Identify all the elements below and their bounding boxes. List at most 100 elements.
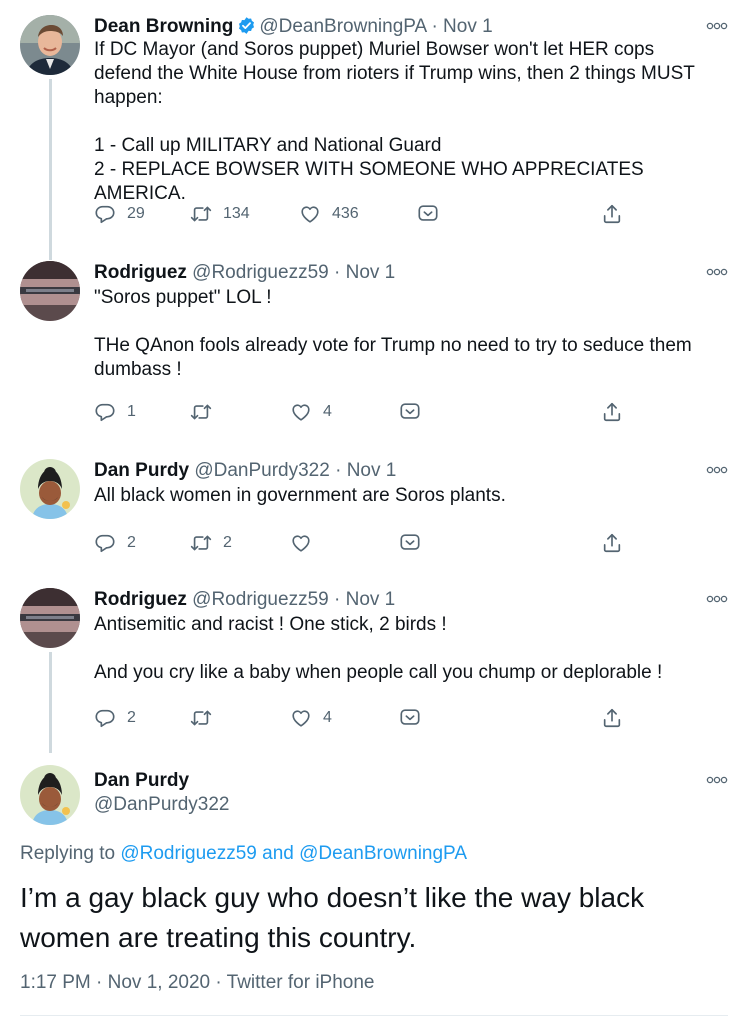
- retweet-icon: [190, 401, 212, 423]
- bookmark-icon: [399, 401, 421, 423]
- share-button[interactable]: [601, 531, 623, 555]
- tweet-timestamp[interactable]: 1:17 PM · Nov 1, 2020 · Twitter for iPho…: [20, 972, 375, 994]
- replying-to: Replying to @Rodriguezz59 and @DeanBrown…: [20, 843, 467, 865]
- bookmark-button[interactable]: [399, 400, 421, 424]
- more-icon[interactable]: [706, 775, 728, 785]
- reply-icon: [94, 707, 116, 729]
- like-button[interactable]: 4: [290, 400, 332, 424]
- tweet-header: Rodriguez @Rodriguezz59 · Nov 1: [94, 261, 395, 285]
- tweet-text: If DC Mayor (and Soros puppet) Muriel Bo…: [94, 38, 724, 206]
- tweet-text-line: [94, 637, 724, 661]
- avatar-image: [20, 588, 80, 648]
- reply-button[interactable]: 2: [94, 531, 136, 555]
- tweet-text-line: dumbass !: [94, 359, 182, 380]
- avatar-image: [20, 765, 80, 825]
- bookmark-button[interactable]: [417, 202, 439, 226]
- author-name[interactable]: Dan Purdy: [94, 770, 189, 791]
- tweet-actions: 1 4: [94, 400, 654, 424]
- tweet-text-line: 1 - Call up MILITARY and National Guard: [94, 135, 442, 156]
- tweet-text-line: Antisemitic and racist ! One stick, 2 bi…: [94, 614, 447, 635]
- author-handle[interactable]: @DanPurdy322: [194, 460, 329, 481]
- tweet-text-line: [94, 310, 724, 334]
- more-icon[interactable]: [706, 267, 728, 277]
- share-icon: [601, 401, 623, 423]
- heart-icon: [290, 401, 312, 423]
- share-icon: [601, 532, 623, 554]
- author-name[interactable]: Rodriguez: [94, 589, 187, 610]
- author-name[interactable]: Dean Browning: [94, 16, 233, 37]
- more-icon[interactable]: [706, 21, 728, 31]
- tweet-header: Rodriguez @Rodriguezz59 · Nov 1: [94, 588, 395, 612]
- thread-line: [49, 652, 52, 753]
- author-handle[interactable]: @Rodriguezz59: [192, 262, 329, 283]
- retweet-button[interactable]: [190, 706, 223, 730]
- like-count: 4: [323, 709, 332, 726]
- tweet-text-line: 2 - REPLACE BOWSER WITH SOMEONE WHO APPR…: [94, 159, 644, 204]
- focused-tweet-text-line: women are treating this country.: [20, 922, 417, 953]
- author-name[interactable]: Rodriguez: [94, 262, 187, 283]
- avatar[interactable]: [20, 15, 80, 75]
- reply-icon: [94, 401, 116, 423]
- retweet-button[interactable]: 134: [190, 202, 250, 226]
- like-button[interactable]: 436: [299, 202, 359, 226]
- reply-count: 2: [127, 534, 136, 551]
- tweet-text-line: And you cry like a baby when people call…: [94, 662, 663, 683]
- replying-to-and: and: [262, 843, 294, 864]
- like-count: 436: [332, 205, 359, 222]
- reply-count: 2: [127, 709, 136, 726]
- bookmark-icon: [399, 707, 421, 729]
- share-button[interactable]: [601, 706, 623, 730]
- tweet-text: "Soros puppet" LOL ! THe QAnon fools alr…: [94, 286, 724, 382]
- reply-count: 29: [127, 205, 145, 222]
- reply-button[interactable]: 1: [94, 400, 136, 424]
- reply-count: 1: [127, 403, 136, 420]
- separator: ·: [431, 16, 438, 37]
- tweet-date[interactable]: Nov 1: [443, 16, 493, 37]
- bookmark-icon: [417, 203, 439, 225]
- verified-badge-icon: [237, 16, 256, 35]
- avatar-image: [20, 15, 80, 75]
- like-button[interactable]: [290, 531, 312, 555]
- tweet-text-line: [94, 110, 724, 134]
- tweet-text-line: defend the White House from rioters if T…: [94, 63, 695, 84]
- avatar[interactable]: [20, 459, 80, 519]
- author-handle[interactable]: @DanPurdy322: [94, 794, 229, 815]
- tweet-actions: 2 2: [94, 531, 654, 555]
- divider: [20, 1015, 728, 1016]
- reply-button[interactable]: 2: [94, 706, 136, 730]
- avatar-image: [20, 261, 80, 321]
- tweet-text: Antisemitic and racist ! One stick, 2 bi…: [94, 613, 724, 685]
- replying-to-user-link[interactable]: @DeanBrowningPA: [299, 843, 467, 864]
- retweet-icon: [190, 203, 212, 225]
- replying-to-label: Replying to: [20, 843, 116, 864]
- retweet-button[interactable]: 2: [190, 531, 232, 555]
- tweet-date[interactable]: Nov 1: [346, 589, 396, 610]
- share-icon: [601, 707, 623, 729]
- replying-to-user-link[interactable]: @Rodriguezz59: [120, 843, 257, 864]
- share-button[interactable]: [601, 202, 623, 226]
- avatar[interactable]: [20, 765, 80, 825]
- tweet-date[interactable]: Nov 1: [347, 460, 397, 481]
- tweet-actions: 2 4: [94, 706, 654, 730]
- bookmark-button[interactable]: [399, 706, 421, 730]
- share-button[interactable]: [601, 400, 623, 424]
- reply-button[interactable]: 29: [94, 202, 145, 226]
- share-icon: [601, 203, 623, 225]
- bookmark-button[interactable]: [399, 531, 421, 555]
- focused-author-name[interactable]: Dan Purdy: [94, 769, 189, 793]
- more-icon[interactable]: [706, 465, 728, 475]
- author-handle[interactable]: @Rodriguezz59: [192, 589, 329, 610]
- retweet-button[interactable]: [190, 400, 223, 424]
- author-handle[interactable]: @DeanBrowningPA: [259, 16, 426, 37]
- tweet-date[interactable]: Nov 1: [346, 262, 396, 283]
- retweet-count: 2: [223, 534, 232, 551]
- avatar-image: [20, 459, 80, 519]
- separator: ·: [335, 460, 342, 481]
- more-icon[interactable]: [706, 594, 728, 604]
- like-button[interactable]: 4: [290, 706, 332, 730]
- avatar[interactable]: [20, 261, 80, 321]
- avatar[interactable]: [20, 588, 80, 648]
- author-name[interactable]: Dan Purdy: [94, 460, 189, 481]
- tweet-header: Dan Purdy @DanPurdy322 · Nov 1: [94, 459, 396, 483]
- heart-icon: [290, 532, 312, 554]
